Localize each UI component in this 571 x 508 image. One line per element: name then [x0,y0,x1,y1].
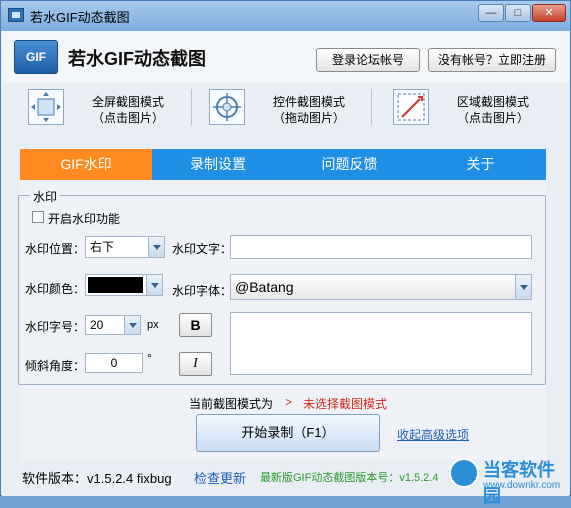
fullscreen-mode-hint: （点击图片） [91,111,164,125]
site-logo-icon [449,458,479,488]
position-select[interactable]: 右下 [85,236,165,258]
divider [371,89,372,125]
color-label: 水印颜色： [25,282,86,296]
current-mode-value: 未选择截图模式 [303,397,388,411]
title-bar[interactable]: 若水GIF动态截图 — □ ✕ [1,1,570,31]
fullscreen-icon[interactable] [28,89,64,125]
angle-input[interactable]: 0 [85,353,143,373]
enable-watermark-label[interactable]: 开启水印功能 [48,210,120,227]
watermark-text-input[interactable] [230,235,532,259]
app-window: 若水GIF动态截图 — □ ✕ GIF 若水GIF动态截图 登录论坛帐号 没有帐… [0,0,571,506]
collapse-advanced-link[interactable]: 收起高级选项 [397,426,469,443]
version-label: 软件版本：v1.5.2.4 fixbug [22,471,172,486]
tab-gif-watermark[interactable]: GIF水印 [20,149,152,180]
status-arrow: > [285,395,293,409]
font-label: 水印字体： [172,284,233,298]
app-window-icon [8,8,24,22]
site-watermark: 当客软件园 www.downkr.com [449,454,567,506]
position-value: 右下 [90,240,115,254]
register-button[interactable]: 没有帐号？立即注册 [428,48,556,72]
position-label: 水印位置： [25,242,86,256]
color-swatch [88,277,143,293]
settings-tabs: GIF水印 录制设置 问题反馈 关于 [20,149,546,180]
font-select[interactable]: @Batang [230,274,532,300]
start-recording-button[interactable]: 开始录制（F1） [196,414,380,452]
region-mode-title: 区域截图模式 [456,95,529,109]
size-value: 20 [90,318,104,332]
current-mode-label: 当前截图模式为 [189,397,274,411]
login-forum-button[interactable]: 登录论坛帐号 [316,48,420,72]
chevron-down-icon[interactable] [146,275,162,295]
close-button[interactable]: ✕ [532,4,566,22]
italic-button[interactable]: I [179,352,212,376]
size-select[interactable]: 20 [85,315,141,335]
size-label: 水印字号： [25,320,86,334]
enable-watermark-checkbox[interactable] [32,211,44,223]
crosshair-icon[interactable] [209,89,245,125]
chevron-down-icon[interactable] [148,237,164,257]
app-header: GIF 若水GIF动态截图 登录论坛帐号 没有帐号？立即注册 [2,31,569,83]
tab-feedback[interactable]: 问题反馈 [284,149,415,180]
angle-label: 倾斜角度： [25,359,86,373]
fullscreen-mode-label[interactable]: 全屏截图模式 （点击图片） [73,94,183,126]
footer: 软件版本：v1.5.2.4 fixbug 检查更新 最新版GIF动态截图版本号：… [2,458,569,506]
control-mode-title: 控件截图模式 [272,95,345,109]
size-unit: px [147,319,159,331]
gif-logo-icon: GIF [14,40,58,74]
region-mode-hint: （点击图片） [456,111,529,125]
chevron-down-icon[interactable] [515,275,531,299]
capture-modes: 全屏截图模式 （点击图片） 控件截图模式 （拖动图片） 区域截图模式 （点击图片… [21,85,547,135]
control-mode-label[interactable]: 控件截图模式 （拖动图片） [254,94,364,126]
region-mode-label[interactable]: 区域截图模式 （点击图片） [438,94,548,126]
bold-button[interactable]: B [179,313,212,337]
check-update-link[interactable]: 检查更新 [194,468,246,487]
tab-about[interactable]: 关于 [415,149,546,180]
tab-record-settings[interactable]: 录制设置 [152,149,284,180]
maximize-button[interactable]: □ [505,4,531,22]
watermark-group-title: 水印 [30,188,61,205]
site-url: www.downkr.com [483,480,561,491]
window-title: 若水GIF动态截图 [30,10,130,25]
minimize-button[interactable]: — [478,4,504,22]
latest-version-text: 最新版GIF动态截图版本号：v1.5.2.4 [260,472,439,484]
watermark-preview-area[interactable] [230,312,532,375]
angle-unit: ° [147,351,152,365]
region-icon[interactable] [393,89,429,125]
color-picker[interactable] [85,274,163,296]
divider [191,89,192,125]
chevron-down-icon[interactable] [124,316,140,334]
text-label: 水印文字： [172,242,233,256]
control-mode-hint: （拖动图片） [272,111,345,125]
font-value: @Batang [235,279,294,295]
app-title: 若水GIF动态截图 [68,49,206,69]
fullscreen-mode-title: 全屏截图模式 [91,95,164,109]
